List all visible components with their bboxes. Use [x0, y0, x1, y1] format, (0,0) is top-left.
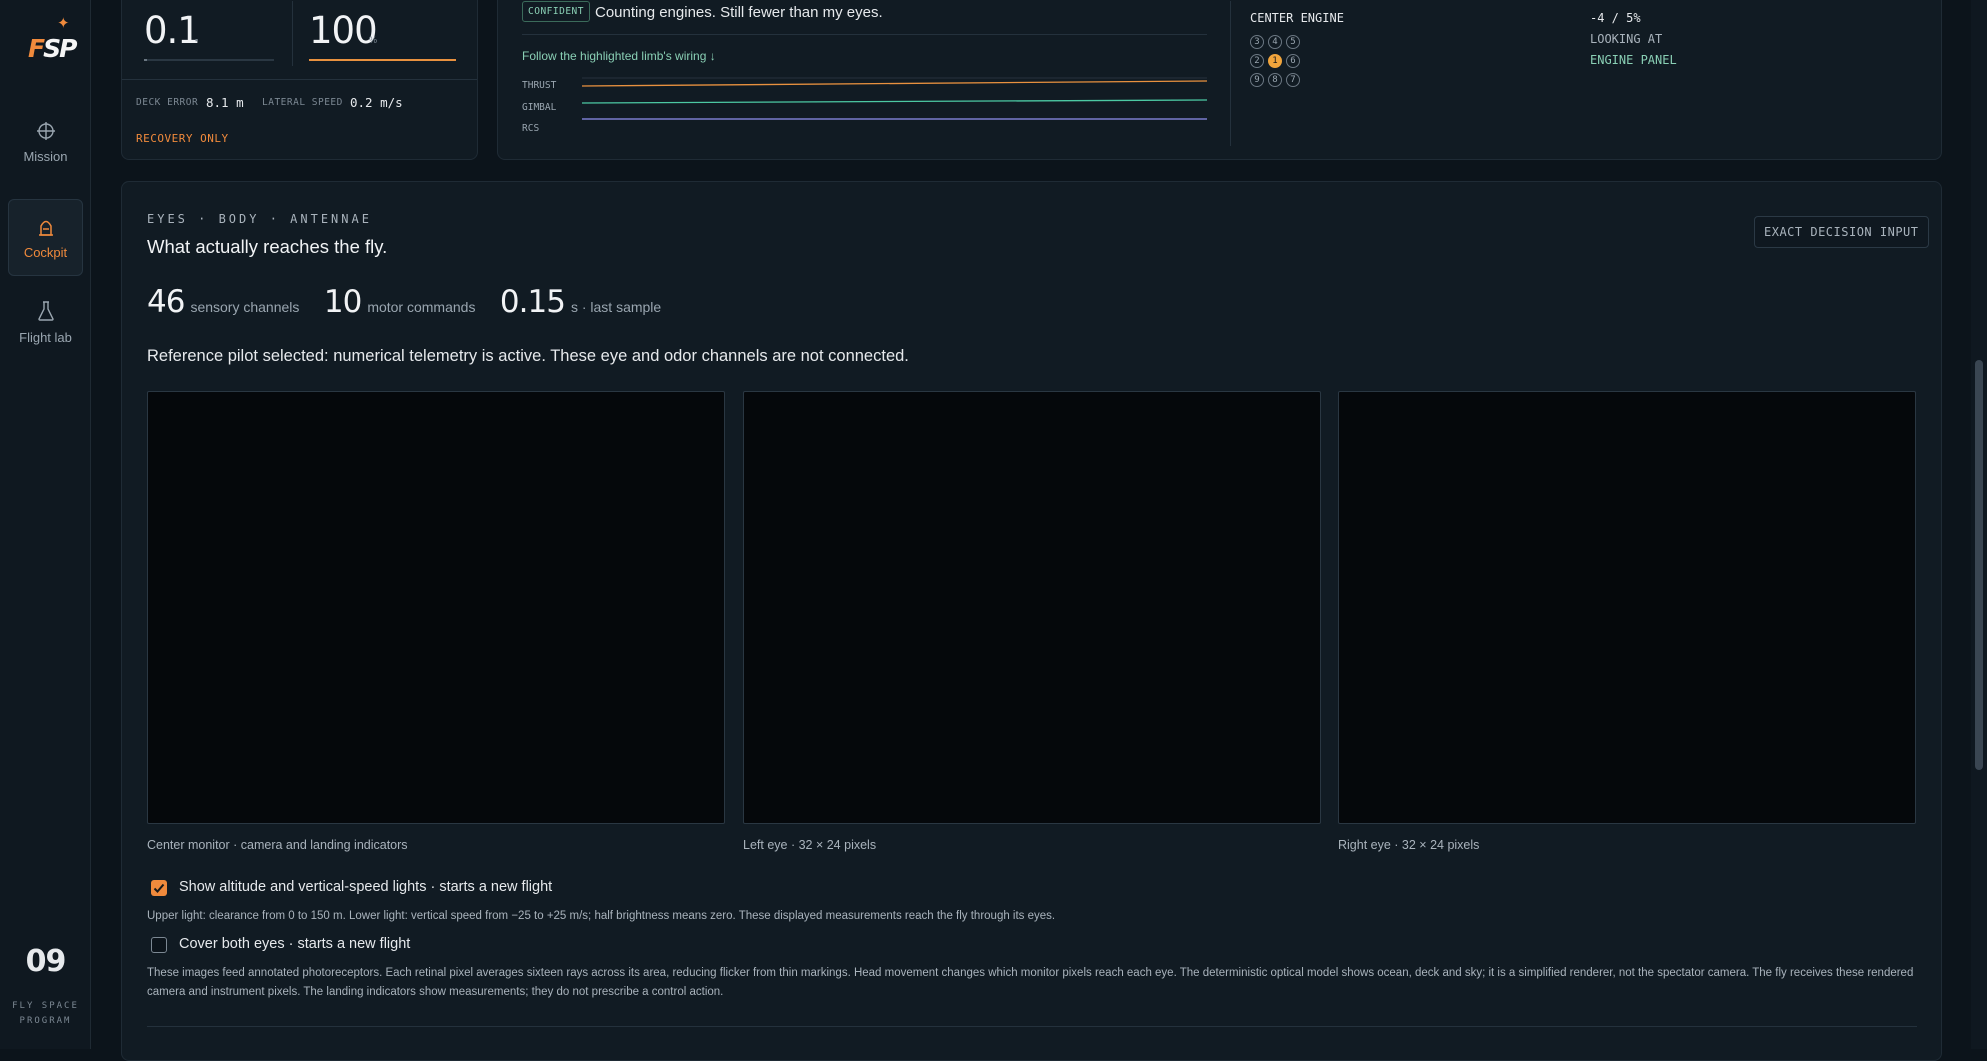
caption-left-eye: Left eye · 32 × 24 pixels [743, 838, 877, 852]
exact-decision-input-button[interactable]: EXACT DECISION INPUT [1754, 216, 1929, 248]
trace-label-gimbal: GIMBAL [522, 102, 557, 113]
crosshair-icon [36, 122, 55, 140]
deck-error-label: DECK ERROR [136, 97, 199, 108]
right-eye-view [1338, 391, 1916, 824]
sidebar-item-flight-lab[interactable]: Flight lab [8, 300, 83, 377]
divider [147, 1026, 1917, 1027]
logo-text: FSP [28, 34, 77, 63]
program-name: FLY SPACE PROGRAM [12, 1001, 79, 1026]
landing-status-panel: 0.1 ▪ 100 % DECK ERROR 8.1 m LATERAL SPE… [121, 0, 478, 160]
show-lights-help: Upper light: clearance from 0 to 150 m. … [147, 910, 1056, 922]
check-icon [153, 883, 165, 893]
engine-row: 345 [1250, 31, 1304, 50]
section-label: EYES · BODY · ANTENNAE [147, 212, 372, 226]
divider [122, 79, 477, 80]
sidebar-item-mission[interactable]: Mission [8, 121, 83, 198]
confidence-badge: CONFIDENT [522, 1, 590, 22]
caption-center-monitor: Center monitor · camera and landing indi… [147, 838, 408, 852]
scrollbar-thumb[interactable] [1975, 360, 1983, 770]
center-monitor-view [147, 391, 725, 824]
stat-sample-num: 0.15 [499, 284, 566, 320]
trace-label-thrust: THRUST [522, 80, 557, 91]
caption-right-eye: Right eye · 32 × 24 pixels [1338, 838, 1480, 852]
scrollbar-track[interactable] [1971, 0, 1987, 1049]
engine-row: 216 [1250, 50, 1304, 69]
trace-thrust [582, 80, 1207, 87]
engine-3-indicator: 3 [1250, 35, 1264, 49]
sidebar-item-label: Cockpit [23, 245, 68, 260]
sidebar: ✦ FSP Mission Cockpit Flight lab 09 FLY … [0, 0, 91, 1049]
stat-motor-num: 10 [323, 284, 362, 320]
section-title: What actually reaches the fly. [147, 236, 388, 257]
cover-eyes-checkbox[interactable] [151, 937, 167, 953]
trace-gimbal [582, 99, 1207, 104]
stat-sample-label: s · last sample [570, 299, 662, 315]
engine-4-indicator: 4 [1268, 35, 1282, 49]
telemetry-traces [582, 77, 1207, 120]
right-value: -4 / 5% [1590, 11, 1641, 25]
value-a: 0.1 [144, 9, 201, 52]
engine-1-indicator: 1 [1268, 54, 1282, 68]
value-a-track [144, 59, 274, 61]
engine-8-indicator: 8 [1268, 73, 1282, 87]
looking-value: ENGINE PANEL [1590, 53, 1677, 67]
wiring-link[interactable]: Follow the highlighted limb's wiring ↓ [522, 49, 716, 63]
engine-grid: 345216987 [1250, 31, 1304, 88]
app-logo[interactable]: ✦ FSP [24, 15, 77, 64]
stat-motor-label: motor commands [367, 299, 476, 315]
value-b-bar [309, 59, 456, 61]
pilot-message: Counting engines. Still fewer than my ey… [595, 4, 883, 21]
looking-label: LOOKING AT [1590, 32, 1663, 46]
star-icon: ✦ [57, 15, 70, 32]
value-b-unit: % [369, 35, 378, 45]
engine-9-indicator: 9 [1250, 73, 1264, 87]
stats-row: 46 sensory channels 10 motor commands 0.15… [147, 284, 661, 320]
value-b: 100 [309, 9, 378, 52]
divider [1230, 1, 1231, 146]
pilot-panel: CONFIDENT Counting engines. Still fewer … [497, 0, 1942, 160]
sidebar-item-cockpit[interactable]: Cockpit [8, 199, 83, 276]
divider [522, 34, 1207, 35]
cockpit-seat-icon [38, 220, 53, 236]
cover-eyes-label[interactable]: Cover both eyes · starts a new flight [179, 936, 410, 952]
left-eye-view [743, 391, 1321, 824]
renderer-help-text: These images feed annotated photorecepto… [147, 967, 1914, 998]
trace-label-rcs: RCS [522, 123, 540, 134]
show-lights-checkbox[interactable] [151, 880, 167, 896]
engine-5-indicator: 5 [1286, 35, 1300, 49]
engine-row: 987 [1250, 69, 1304, 88]
lateral-speed-label: LATERAL SPEED [262, 97, 343, 108]
deck-error-value: 8.1 m [206, 95, 244, 110]
stat-sensory-label: sensory channels [190, 299, 300, 315]
show-lights-label[interactable]: Show altitude and vertical-speed lights … [179, 879, 552, 895]
value-a-unit: ▪ [195, 35, 199, 45]
value-a-bar [144, 59, 147, 61]
status-text: RECOVERY ONLY [136, 132, 229, 145]
lateral-speed-value: 0.2 m/s [350, 95, 403, 110]
engine-2-indicator: 2 [1250, 54, 1264, 68]
flask-icon [37, 301, 54, 321]
sidebar-item-label: Flight lab [19, 330, 72, 345]
engine-7-indicator: 7 [1286, 73, 1300, 87]
engine-6-indicator: 6 [1286, 54, 1300, 68]
stat-sensory-num: 46 [147, 284, 185, 320]
notice-text: Reference pilot selected: numerical tele… [147, 347, 909, 365]
sidebar-item-label: Mission [23, 149, 68, 164]
divider [292, 1, 293, 66]
engine-label: CENTER ENGINE [1250, 11, 1344, 25]
version-number: 09 [25, 944, 67, 979]
